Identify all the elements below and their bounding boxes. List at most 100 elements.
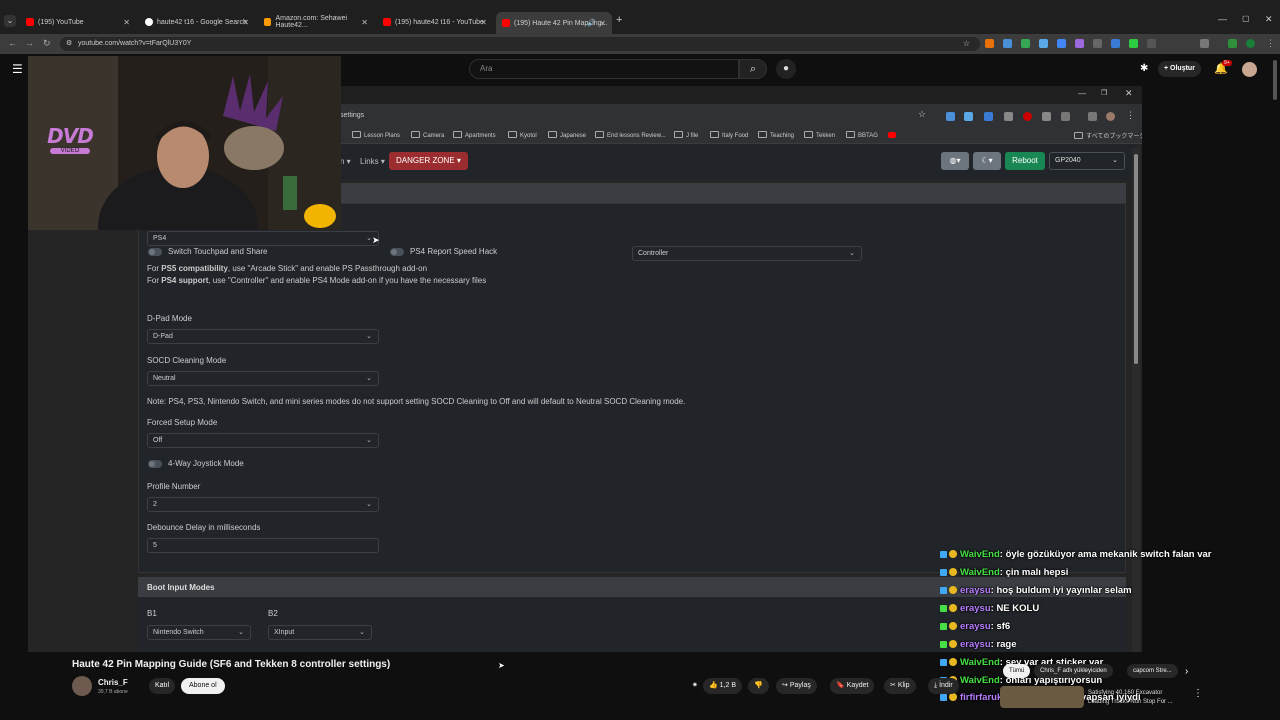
browser-tab-2[interactable]: Amazon.com: Sehawei Haute42... ✕ [258, 13, 374, 31]
extension-icon[interactable] [1042, 112, 1051, 121]
browser-tab-0[interactable]: (195) YouTube ✕ [20, 13, 136, 31]
page-scrollbar-thumb[interactable] [1273, 60, 1277, 100]
extension-icon[interactable] [946, 112, 955, 121]
recommended-thumbnail[interactable] [1000, 686, 1084, 708]
inner-menu-icon[interactable]: ⋮ [1126, 110, 1135, 121]
bookmark-lesson-plans[interactable]: Lesson Plans [352, 131, 400, 139]
extension-icon[interactable] [1021, 39, 1030, 48]
extension-icon[interactable] [1039, 39, 1048, 48]
input-mode-select[interactable]: PS4 ⌄ [147, 231, 379, 246]
audio-icon[interactable]: 🔊 [587, 19, 596, 27]
like-button[interactable]: 👍 1,2 B [703, 678, 743, 694]
switch-touchpad-toggle[interactable] [148, 248, 162, 256]
extension-icon[interactable] [1111, 39, 1120, 48]
extension-icon[interactable] [1075, 39, 1084, 48]
four-way-joystick-toggle[interactable] [148, 460, 162, 468]
join-button[interactable]: Katıl [149, 678, 176, 694]
create-button[interactable]: + Oluştur [1158, 61, 1201, 77]
extension-icon[interactable] [1228, 39, 1237, 48]
bookmark-italy-food[interactable]: Italy Food [710, 131, 748, 139]
youtube-bookmark-icon[interactable] [888, 132, 896, 138]
extensions-puzzle-icon[interactable] [1200, 39, 1209, 48]
close-tab-icon[interactable]: ✕ [599, 19, 606, 28]
chip-from-uploader[interactable]: Chris_F adlı yükleyiciden [1034, 664, 1113, 678]
controller-type-select[interactable]: Controller ⌄ [632, 246, 862, 261]
extension-icon[interactable] [1129, 39, 1138, 48]
chip-all[interactable]: Tümü [1003, 664, 1031, 678]
bookmark-j-file[interactable]: J file [674, 131, 698, 139]
voice-search-button[interactable]: ● [776, 59, 796, 79]
extension-icon[interactable] [1003, 39, 1012, 48]
sidebar-icon[interactable] [1088, 112, 1097, 121]
bookmark-bbtag[interactable]: BBTAG [846, 131, 878, 139]
bookmark-apartments[interactable]: Apartments [453, 131, 496, 139]
bookmark-all-bookmarks[interactable]: すべてのブックマーク [1074, 131, 1142, 140]
chip-capcom[interactable]: capcom Stre... [1127, 664, 1178, 678]
bookmark-camera[interactable]: Camera [411, 131, 444, 139]
inner-url-text[interactable]: settings [340, 112, 364, 119]
new-tab-button[interactable]: + [616, 14, 622, 26]
bookmark-tekken[interactable]: Tekken [804, 131, 835, 139]
download-button[interactable]: ⤓ İndir [928, 678, 959, 694]
bookmark-end-lessons[interactable]: End lessons Review... [595, 131, 666, 139]
bookmark-kyotol[interactable]: Kyotol [508, 131, 537, 139]
browser-tab-3[interactable]: (195) haute42 t16 - YouTube ✕ [377, 13, 493, 31]
extension-icon[interactable] [1004, 112, 1013, 121]
bookmark-teaching[interactable]: Teaching [758, 131, 794, 139]
reload-icon[interactable]: ↻ [43, 38, 51, 49]
extension-icon[interactable] [1147, 39, 1156, 48]
close-tab-icon[interactable]: ✕ [123, 18, 130, 27]
dislike-button[interactable]: 👎 [748, 678, 769, 694]
ps4-speed-hack-toggle[interactable] [390, 248, 404, 256]
board-select[interactable]: GP2040 ⌄ [1049, 152, 1125, 170]
more-options-icon[interactable]: ⋮ [1193, 688, 1203, 699]
back-icon[interactable]: ← [8, 38, 17, 48]
inner-maximize-icon[interactable]: ❐ [1101, 89, 1107, 97]
cast-icon[interactable]: ✱ [1140, 63, 1148, 74]
extensions-puzzle-icon[interactable] [1061, 112, 1070, 121]
maximize-icon[interactable]: ▢ [1242, 14, 1250, 23]
page-scrollbar[interactable] [1272, 58, 1278, 698]
clip-button[interactable]: ✂ Klip [884, 678, 916, 694]
channel-avatar[interactable] [72, 676, 92, 696]
extension-icon[interactable] [1093, 39, 1102, 48]
share-button[interactable]: ↪ Paylaş [776, 678, 817, 694]
nav-links[interactable]: Links ▾ [360, 157, 385, 166]
subscribe-button[interactable]: Abone ol [181, 678, 225, 694]
browser-menu-icon[interactable]: ⋮ [1266, 38, 1275, 49]
channel-name[interactable]: Chris_F [98, 678, 128, 687]
bookmark-star-icon[interactable]: ☆ [963, 37, 970, 51]
dpad-mode-select[interactable]: D-Pad ⌄ [147, 329, 379, 344]
socd-mode-select[interactable]: Neutral ⌄ [147, 371, 379, 386]
theme-button[interactable]: ☾▾ [973, 152, 1001, 170]
profile-icon[interactable] [1106, 112, 1115, 121]
debounce-input[interactable]: 5 [147, 538, 379, 553]
close-tab-icon[interactable]: ✕ [480, 18, 487, 27]
browser-tab-4[interactable]: (195) Haute 42 Pin Mapping... 🔊 ✕ [496, 12, 612, 34]
recommended-title-2[interactable]: Loading Trucks Non Stop For ... [1088, 699, 1173, 705]
save-button[interactable]: 🔖 Kaydet [830, 678, 875, 694]
effects-button[interactable]: ✷ [686, 678, 704, 694]
search-input[interactable]: Ara [469, 59, 739, 79]
inner-minimize-icon[interactable]: — [1078, 89, 1086, 98]
danger-zone-menu[interactable]: DANGER ZONE ▾ [389, 152, 468, 170]
bookmark-japanese[interactable]: Japanese [548, 131, 586, 139]
browser-tab-1[interactable]: haute42 t16 - Google Search ✕ [139, 13, 255, 31]
b2-mode-select[interactable]: XInput ⌄ [268, 625, 372, 640]
chevron-right-icon[interactable]: › [1185, 666, 1188, 677]
minimize-icon[interactable]: — [1218, 14, 1227, 24]
extension-icon[interactable] [984, 112, 993, 121]
b1-mode-select[interactable]: Nintendo Switch ⌄ [147, 625, 251, 640]
close-tab-icon[interactable]: ✕ [242, 18, 249, 27]
inner-star-icon[interactable]: ☆ [918, 109, 926, 120]
forced-setup-select[interactable]: Off ⌄ [147, 433, 379, 448]
account-avatar[interactable] [1242, 62, 1257, 77]
extension-icon[interactable] [964, 112, 973, 121]
reboot-button[interactable]: Reboot [1005, 152, 1045, 170]
language-button[interactable]: ◍▾ [941, 152, 969, 170]
profile-number-select[interactable]: 2 ⌄ [147, 497, 379, 512]
extension-icon[interactable] [1023, 112, 1032, 121]
forward-icon[interactable]: → [25, 38, 34, 48]
close-window-icon[interactable]: ✕ [1265, 14, 1273, 25]
tab-search-icon[interactable]: ⌄ [4, 15, 16, 27]
